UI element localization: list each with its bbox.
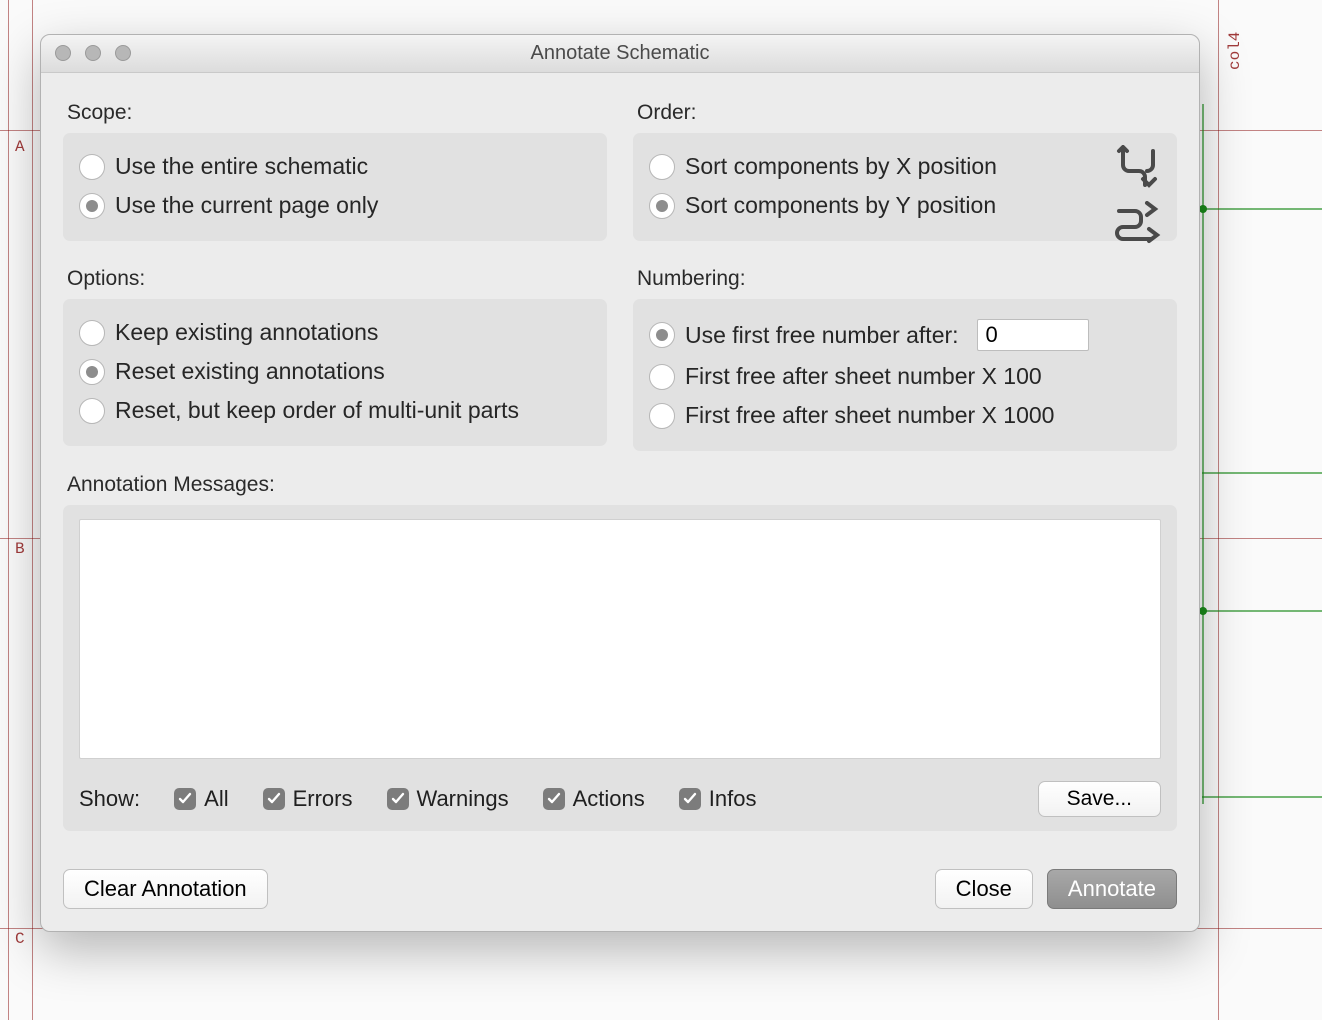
checkbox-icon	[679, 788, 701, 810]
radio-scope-entire[interactable]: Use the entire schematic	[79, 147, 591, 186]
close-button[interactable]: Close	[935, 869, 1033, 909]
sort-y-icon	[1113, 201, 1163, 251]
checkbox-icon	[263, 788, 285, 810]
filter-warnings[interactable]: Warnings	[387, 786, 509, 812]
radio-label: Use the entire schematic	[115, 153, 368, 180]
radio-icon	[649, 364, 675, 390]
radio-icon	[649, 322, 675, 348]
radio-label: Use first free number after:	[685, 322, 959, 349]
close-icon[interactable]	[55, 45, 71, 61]
radio-icon	[79, 320, 105, 346]
radio-reset-keep-order[interactable]: Reset, but keep order of multi-unit part…	[79, 391, 591, 430]
radio-icon	[79, 359, 105, 385]
messages-panel: Show: All Errors Warnings	[63, 505, 1177, 831]
window-title: Annotate Schematic	[41, 42, 1199, 65]
checkbox-icon	[387, 788, 409, 810]
filter-errors[interactable]: Errors	[263, 786, 353, 812]
options-group: Keep existing annotations Reset existing…	[63, 299, 607, 446]
scope-group: Use the entire schematic Use the current…	[63, 133, 607, 241]
order-icons	[1113, 145, 1163, 251]
radio-label: Use the current page only	[115, 192, 378, 219]
window-controls	[55, 45, 131, 61]
radio-scope-current-page[interactable]: Use the current page only	[79, 186, 591, 225]
radio-label: Sort components by X position	[685, 153, 997, 180]
show-label: Show:	[79, 786, 140, 812]
radio-reset-existing[interactable]: Reset existing annotations	[79, 352, 591, 391]
radio-sheet-x1000[interactable]: First free after sheet number X 1000	[649, 396, 1161, 435]
annotate-dialog: Annotate Schematic Scope: Use the entire…	[40, 34, 1200, 932]
radio-label: First free after sheet number X 100	[685, 363, 1042, 390]
radio-label: First free after sheet number X 1000	[685, 402, 1054, 429]
filter-label: Errors	[293, 786, 353, 812]
checkbox-icon	[543, 788, 565, 810]
filter-all[interactable]: All	[174, 786, 228, 812]
radio-order-x[interactable]: Sort components by X position	[649, 147, 1087, 186]
radio-first-free-after[interactable]: Use first free number after:	[649, 313, 1161, 357]
filter-infos[interactable]: Infos	[679, 786, 757, 812]
radio-icon	[649, 154, 675, 180]
dialog-footer: Clear Annotation Close Annotate	[41, 851, 1199, 931]
filter-label: Warnings	[417, 786, 509, 812]
radio-label: Keep existing annotations	[115, 319, 378, 346]
first-free-after-input[interactable]	[977, 319, 1089, 351]
scope-label: Scope:	[67, 101, 607, 125]
messages-label: Annotation Messages:	[67, 473, 1177, 497]
titlebar: Annotate Schematic	[41, 35, 1199, 73]
radio-icon	[79, 193, 105, 219]
order-group: Sort components by X position Sort compo…	[633, 133, 1177, 241]
checkbox-icon	[174, 788, 196, 810]
numbering-label: Numbering:	[637, 267, 1177, 291]
radio-icon	[649, 193, 675, 219]
radio-sheet-x100[interactable]: First free after sheet number X 100	[649, 357, 1161, 396]
sort-x-icon	[1113, 145, 1163, 195]
clear-annotation-button[interactable]: Clear Annotation	[63, 869, 268, 909]
filter-label: Infos	[709, 786, 757, 812]
save-button[interactable]: Save...	[1038, 781, 1161, 817]
radio-label: Reset existing annotations	[115, 358, 385, 385]
radio-label: Reset, but keep order of multi-unit part…	[115, 397, 519, 424]
order-label: Order:	[637, 101, 1177, 125]
filter-label: Actions	[573, 786, 645, 812]
numbering-group: Use first free number after: First free …	[633, 299, 1177, 451]
annotate-button[interactable]: Annotate	[1047, 869, 1177, 909]
radio-order-y[interactable]: Sort components by Y position	[649, 186, 1087, 225]
zoom-icon[interactable]	[115, 45, 131, 61]
radio-label: Sort components by Y position	[685, 192, 996, 219]
options-label: Options:	[67, 267, 607, 291]
radio-icon	[79, 154, 105, 180]
radio-keep-existing[interactable]: Keep existing annotations	[79, 313, 591, 352]
filter-label: All	[204, 786, 228, 812]
radio-icon	[79, 398, 105, 424]
radio-icon	[649, 403, 675, 429]
messages-textarea[interactable]	[79, 519, 1161, 759]
filter-actions[interactable]: Actions	[543, 786, 645, 812]
minimize-icon[interactable]	[85, 45, 101, 61]
